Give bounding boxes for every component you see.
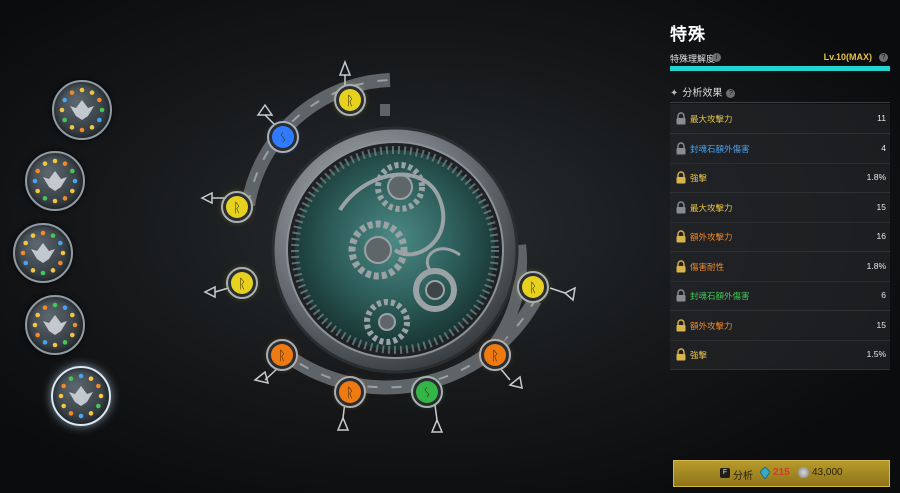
effect-row[interactable]: 封魂石額外傷害 4 [670,133,890,164]
rune-gem-slot[interactable]: ᛊ [267,121,299,153]
effect-value: 1.8% [866,172,886,182]
special-wheel: ᚱ ᛊ ᚱ ᚱ ᚱ ᚱ ᛊ ᚱ ᚱ [200,59,576,433]
effect-row[interactable]: 傷害耐性 1.8% [670,251,890,282]
expand-icon[interactable]: ✦ [670,88,678,99]
lotus-icon [20,230,66,276]
effect-value: 1.5% [866,349,886,359]
rune-symbol: ᛊ [423,386,431,401]
lock-icon[interactable] [675,348,687,361]
page-title: 特殊 [670,25,706,44]
effect-value: 1.8% [866,260,886,271]
category-medallion[interactable] [13,223,73,283]
crystal-icon [760,467,770,479]
rune-symbol: ᚱ [346,94,354,109]
winged-crest-icon [59,87,105,133]
effect-name: 額外攻擊力 [690,320,733,331]
effect-value: 4 [881,142,886,153]
rune-gem-slot[interactable]: ᚱ [226,267,258,299]
analyze-button[interactable]: F 分析 215 43,000 [673,460,890,487]
lock-icon[interactable] [675,289,687,302]
lock-icon[interactable] [675,318,687,332]
category-medallion[interactable] [51,366,111,426]
effect-value: 16 [876,231,886,241]
effect-name: 封魂石額外傷害 [690,143,750,154]
effect-value: 15 [876,201,886,212]
rune-gem-slot[interactable]: ᚱ [517,271,549,303]
effects-header-label: 分析效果 [682,88,723,99]
rune-gem-slot[interactable]: ᚱ [479,339,511,371]
effect-row[interactable]: 封魂石額外傷害 6 [670,281,890,311]
analyze-label: 分析 [733,471,753,482]
effect-name: 傷害耐性 [690,261,725,272]
effect-name: 強擊 [690,173,708,183]
rune-symbol: ᚱ [529,281,537,296]
category-medallion[interactable] [25,151,85,211]
effect-name: 封魂石額外傷害 [690,291,750,301]
crystal-cost: 215 [773,467,790,478]
effect-row[interactable]: 強擊 1.5% [670,340,890,370]
analysis-panel: 特殊 特殊理解度 i Lv.10(MAX) ? ✦ 分析效果? 最大攻擊力 11 封魂… [670,0,890,493]
understanding-level-row: 特殊理解度 i Lv.10(MAX) ? [670,52,890,66]
lock-icon[interactable] [675,200,687,214]
info-icon[interactable]: i [712,53,721,62]
effect-row[interactable]: 最大攻擊力 11 [670,104,890,134]
help-icon[interactable]: ? [879,53,888,62]
rune-symbol: ᚱ [278,349,286,364]
lock-icon[interactable] [675,230,687,243]
effect-row[interactable]: 額外攻擊力 15 [670,310,890,341]
effect-name: 額外攻擊力 [690,232,733,242]
level-progress-bar [670,66,890,71]
lock-icon[interactable] [675,141,687,155]
rune-gem-slot[interactable]: ᚱ [221,191,253,223]
gold-cost: 43,000 [812,467,843,478]
demon-mask-icon [32,158,78,204]
effect-name: 最大攻擊力 [690,202,733,213]
rune-gem-slot[interactable]: ᚱ [266,339,298,371]
help-icon[interactable]: ? [726,89,736,98]
effect-value: 6 [881,290,886,300]
effect-value: 11 [877,113,886,123]
effect-row[interactable]: 最大攻擊力 15 [670,192,890,223]
silver-coin-icon [798,467,809,478]
sun-emblem-icon [32,302,78,348]
rune-gem-slot[interactable]: ᛊ [411,376,443,408]
category-medallion[interactable] [25,295,85,355]
effect-row[interactable]: 額外攻擊力 16 [670,222,890,252]
effect-row[interactable]: 強擊 1.8% [670,163,890,193]
effect-value: 15 [876,319,886,330]
rune-symbol: ᚱ [238,277,246,292]
level-progress-fill [670,66,890,71]
effects-header: ✦ 分析效果? [670,84,736,99]
star-flower-icon [58,373,104,419]
effect-name: 最大攻擊力 [690,114,733,124]
level-value: Lv.10(MAX) [823,52,872,62]
rune-symbol: ᚱ [491,349,499,364]
level-label: 特殊理解度 [670,54,716,64]
rune-symbol: ᛊ [279,131,287,146]
effect-name: 強擊 [690,350,708,360]
rune-symbol: ᚱ [346,386,354,401]
rune-symbol: ᚱ [233,201,241,216]
divider [670,102,890,103]
lock-icon[interactable] [675,112,687,125]
lock-icon[interactable] [675,171,687,184]
lock-icon[interactable] [675,259,687,273]
category-medallion[interactable] [52,80,112,140]
rune-gem-slot[interactable]: ᚱ [334,376,366,408]
key-hint: F [720,468,730,478]
rune-gem-slot[interactable]: ᚱ [334,84,366,116]
